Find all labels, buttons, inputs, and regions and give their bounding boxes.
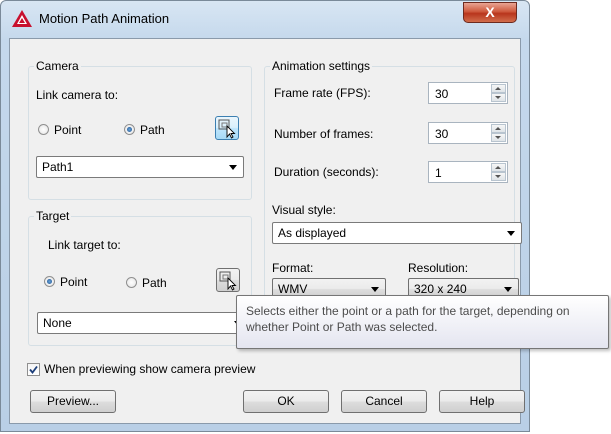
cancel-button[interactable]: Cancel (341, 390, 427, 413)
camera-path-label: Path (140, 123, 165, 137)
frame-rate-label: Frame rate (FPS): (274, 86, 371, 100)
link-target-label: Link target to: (48, 238, 121, 252)
visual-style-dropdown[interactable]: As displayed (272, 222, 522, 244)
chevron-down-icon (229, 165, 237, 170)
radio-indicator (124, 124, 135, 135)
preview-button[interactable]: Preview... (30, 390, 116, 413)
animation-settings-label: Animation settings (270, 59, 373, 73)
spin-down-button[interactable] (491, 133, 506, 142)
chevron-down-icon (507, 231, 515, 236)
camera-path-dropdown[interactable]: Path1 (36, 156, 244, 178)
frame-rate-spinner[interactable]: 30 (428, 82, 508, 104)
spin-up-button[interactable] (491, 163, 506, 172)
format-value: WMV (278, 282, 308, 296)
pick-object-icon (219, 271, 237, 291)
resolution-value: 320 x 240 (414, 282, 467, 296)
spin-down-button[interactable] (491, 172, 506, 181)
camera-point-radio[interactable]: Point (37, 122, 107, 138)
checkmark-icon (29, 365, 38, 374)
number-of-frames-spinner[interactable]: 30 (428, 122, 508, 144)
duration-label: Duration (seconds): (274, 165, 379, 179)
target-dropdown-value: None (43, 316, 72, 330)
spin-down-button[interactable] (491, 93, 506, 102)
tooltip: Selects either the point or a path for t… (236, 295, 609, 349)
target-path-label: Path (142, 276, 167, 290)
visual-style-label: Visual style: (272, 203, 336, 217)
radio-indicator (44, 276, 55, 287)
target-dropdown[interactable]: None (37, 312, 249, 334)
target-path-radio[interactable]: Path (125, 275, 195, 291)
link-camera-label: Link camera to: (36, 88, 119, 102)
dialog-body: Camera Link camera to: Point Path Path1 … (9, 38, 525, 424)
checkbox-box (27, 363, 40, 376)
dialog-window: Motion Path Animation X Camera Link came… (0, 0, 530, 432)
camera-preview-checkbox[interactable]: When previewing show camera preview (27, 362, 267, 378)
duration-value: 1 (435, 166, 442, 180)
ok-button[interactable]: OK (243, 390, 329, 413)
target-point-radio[interactable]: Point (43, 274, 113, 290)
spin-up-button[interactable] (491, 84, 506, 93)
number-of-frames-label: Number of frames: (274, 127, 374, 141)
radio-indicator (38, 124, 49, 135)
camera-pick-button[interactable] (215, 116, 239, 140)
frame-rate-value: 30 (435, 87, 449, 101)
camera-path-radio[interactable]: Path (123, 122, 193, 138)
number-of-frames-value: 30 (435, 127, 449, 141)
help-button[interactable]: Help (439, 390, 525, 413)
autocad-logo-icon (12, 10, 32, 27)
chevron-down-icon (371, 287, 379, 292)
camera-group-label: Camera (34, 59, 81, 73)
visual-style-value: As displayed (278, 226, 347, 240)
camera-point-label: Point (54, 123, 82, 137)
camera-dropdown-value: Path1 (42, 160, 74, 174)
close-button[interactable]: X (463, 2, 517, 23)
target-point-label: Point (60, 275, 88, 289)
resolution-label: Resolution: (408, 261, 469, 275)
radio-indicator (126, 277, 137, 288)
duration-spinner[interactable]: 1 (428, 161, 508, 183)
chevron-down-icon (504, 287, 512, 292)
tooltip-text: Selects either the point or a path for t… (246, 304, 570, 334)
target-group-label: Target (34, 209, 72, 223)
spin-up-button[interactable] (491, 124, 506, 133)
window-title: Motion Path Animation (39, 11, 170, 26)
target-pick-button[interactable] (216, 268, 240, 292)
camera-preview-label: When previewing show camera preview (44, 362, 256, 376)
format-label: Format: (272, 261, 314, 275)
pick-object-icon (218, 119, 236, 139)
